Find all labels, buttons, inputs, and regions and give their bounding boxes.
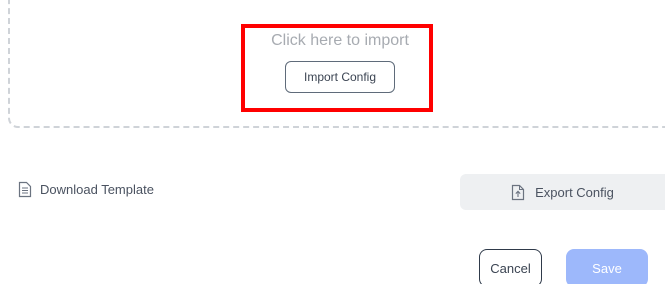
export-config-label: Export Config xyxy=(535,184,614,200)
highlight-box xyxy=(241,24,433,112)
download-template-label: Download Template xyxy=(40,182,154,197)
document-icon xyxy=(18,181,32,198)
import-config-panel: Click here to import Import Config Downl… xyxy=(0,0,665,284)
export-config-button[interactable]: Export Config xyxy=(460,174,665,210)
file-upload-icon xyxy=(511,184,525,201)
save-button[interactable]: Save xyxy=(566,249,648,284)
cancel-button[interactable]: Cancel xyxy=(479,249,542,284)
download-template-link[interactable]: Download Template xyxy=(18,181,154,198)
